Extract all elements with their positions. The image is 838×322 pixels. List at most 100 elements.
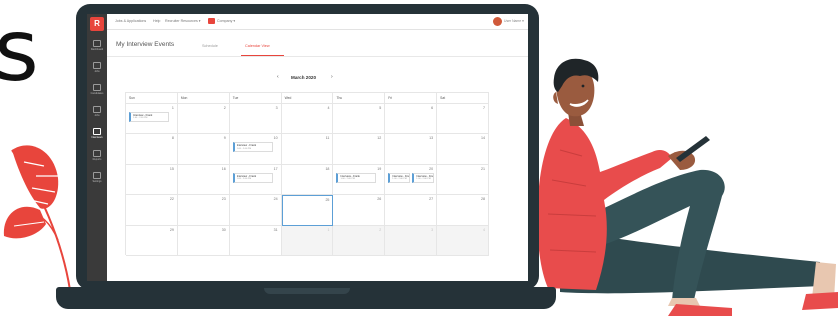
interview-event[interactable]: Interview - Frank 1:00 - 2:00 PM: [388, 172, 411, 183]
calendar-day[interactable]: 8: [126, 134, 178, 165]
calendar-day[interactable]: 15: [126, 164, 178, 196]
calendar-day[interactable]: 4: [437, 225, 490, 256]
calendar-day[interactable]: 6: [385, 104, 438, 135]
event-time: 1:00 - 2:00 PM: [236, 177, 252, 180]
event-time: 1:00 - 2:00 PM: [340, 177, 355, 180]
day-number: 26: [377, 197, 382, 202]
weekday-label: Tue: [229, 93, 282, 104]
sidebar-item-label: Settings: [92, 180, 102, 183]
calendar-day[interactable]: 20 Interview - Frank 1:00 - 2:00 PM Intervi…: [385, 164, 438, 196]
event-time: 1:00 - 2:00 PM: [416, 177, 431, 180]
calendar-day[interactable]: 17 Interview - Frank 1:00 - 2:00 PM: [229, 164, 282, 196]
interview-event[interactable]: Interview - Frank 1:00 - 2:00 PM: [336, 172, 377, 183]
calendar-day[interactable]: 5: [333, 104, 386, 135]
calendar-day[interactable]: 2: [177, 104, 230, 135]
day-number: 5: [379, 106, 382, 110]
calendar-day[interactable]: 12: [333, 134, 386, 165]
sidebar-item-settings[interactable]: Settings: [87, 170, 107, 190]
weekday-label: Sun: [126, 93, 178, 104]
day-number: 17: [273, 166, 278, 171]
calendar-day[interactable]: 27: [385, 195, 438, 226]
sidebar-item-label: Jobs: [94, 70, 100, 73]
day-number: 28: [481, 197, 486, 202]
sidebar-item-label: Interviews: [91, 136, 103, 139]
day-number: 1: [171, 106, 174, 110]
interview-event[interactable]: Interview - Frank 1:00 - 2:00 PM: [232, 142, 273, 153]
sidebar-item-interviews[interactable]: Interviews: [87, 126, 107, 146]
day-number: 22: [169, 197, 174, 202]
calendar-day[interactable]: 1 Interview - Frank 1:00 - 2:00 PM: [126, 104, 178, 135]
calendar-day[interactable]: 9: [177, 134, 230, 165]
next-month-button[interactable]: ›: [331, 74, 333, 80]
prev-month-button[interactable]: ‹: [277, 74, 279, 80]
divider: [107, 56, 528, 57]
laptop-lid: R Dashboard Jobs Candidates Jobs Intervi…: [76, 4, 539, 290]
day-number: 25: [325, 198, 330, 203]
interview-event[interactable]: Interview - Frank 1:00 - 2:00 PM: [412, 172, 435, 183]
sidebar-item-label: Jobs: [94, 114, 100, 117]
calendar-day[interactable]: 24: [229, 195, 282, 226]
sidebar-item-candidates[interactable]: Candidates: [87, 82, 107, 102]
calendar-day[interactable]: 14: [437, 134, 490, 165]
calendar-day[interactable]: 31: [229, 225, 282, 256]
day-number: 7: [483, 106, 486, 110]
day-number: 8: [171, 136, 174, 141]
calendar-day[interactable]: 22: [126, 195, 178, 226]
topbar-link[interactable]: Jobs & Applications: [115, 19, 146, 23]
calendar-day[interactable]: 26: [333, 195, 386, 226]
calendar-day[interactable]: 29: [126, 225, 178, 256]
event-time: 1:00 - 2:00 PM: [236, 147, 252, 150]
calendar-day[interactable]: 1: [281, 225, 334, 256]
sidebar-item-jobs[interactable]: Jobs: [87, 60, 107, 80]
weekday-label: Wed: [281, 93, 334, 104]
calendar-day-today[interactable]: 25: [281, 195, 334, 226]
calendar-day[interactable]: 3: [385, 225, 438, 256]
calendar-day[interactable]: 18: [281, 164, 334, 196]
sidebar-item-dashboard[interactable]: Dashboard: [87, 38, 107, 58]
calendar-day[interactable]: 3: [229, 104, 282, 135]
day-number: 4: [327, 106, 330, 110]
tab-calendar-view[interactable]: Calendar View: [245, 44, 270, 48]
calendar-day[interactable]: 11: [281, 134, 334, 165]
settings-icon: [93, 172, 101, 179]
day-number: 1: [327, 227, 330, 232]
leaf-plant-icon: [3, 145, 71, 291]
calendar-day[interactable]: 30: [177, 225, 230, 256]
briefcase-icon: [93, 62, 101, 69]
interview-event[interactable]: Interview - Frank 1:00 - 2:00 PM: [129, 112, 169, 122]
calendar-day[interactable]: 23: [177, 195, 230, 226]
calendar-day[interactable]: 19 Interview - Frank 1:00 - 2:00 PM: [333, 164, 386, 196]
day-number: 10: [273, 136, 278, 141]
calendar-day[interactable]: 7: [437, 104, 490, 135]
calendar-weeks: 1 Interview - Frank 1:00 - 2:00 PM 2 3 4 5 6 7 8 9…: [126, 104, 490, 256]
tab-schedule[interactable]: Schedule: [202, 44, 218, 48]
laptop-notch: [264, 288, 350, 294]
sidebar-item-list[interactable]: Jobs: [87, 104, 107, 124]
sidebar-item-reports[interactable]: Reports: [87, 148, 107, 168]
day-number: 16: [221, 166, 226, 171]
avatar[interactable]: [493, 17, 502, 26]
topbar-dropdown[interactable]: Recruiter Resources ▾: [165, 19, 201, 23]
calendar-day[interactable]: 4: [281, 104, 334, 135]
topbar-link[interactable]: Help: [153, 19, 160, 23]
app-logo[interactable]: R: [90, 17, 104, 31]
calendar-day[interactable]: 10 Interview - Frank 1:00 - 2:00 PM: [229, 134, 282, 165]
interview-event[interactable]: Interview - Frank 1:00 - 2:00 PM: [232, 172, 273, 183]
calendar-day[interactable]: 28: [437, 195, 490, 226]
weekday-label: Mon: [177, 93, 230, 104]
list-icon: [93, 106, 101, 113]
day-number: 21: [481, 166, 486, 171]
calendar-day[interactable]: 2: [333, 225, 386, 256]
calendar-week-row: 29 30 31 1 2 3 4: [126, 225, 490, 256]
topbar-dropdown[interactable]: Company ▾: [217, 19, 235, 23]
calendar-day[interactable]: 16: [177, 164, 230, 196]
calendar-day[interactable]: 13: [385, 134, 438, 165]
day-number: 30: [221, 227, 226, 232]
day-number: 15: [169, 166, 174, 171]
company-flag-icon: [208, 18, 215, 24]
weekday-label: Sat: [437, 93, 490, 104]
calendar-day[interactable]: 21: [437, 164, 490, 196]
sidebar-item-label: Dashboard: [90, 48, 104, 51]
event-time: 1:00 - 2:00 PM: [133, 117, 148, 120]
user-menu[interactable]: User Name ▾: [504, 19, 524, 23]
